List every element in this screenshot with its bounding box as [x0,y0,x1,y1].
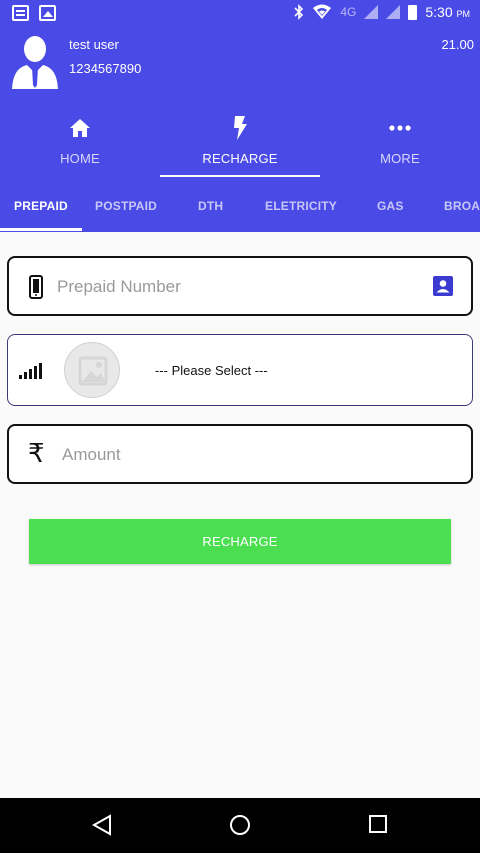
nav-recharge[interactable]: RECHARGE [160,107,320,177]
operator-logo-placeholder-icon [64,342,120,398]
back-icon[interactable] [91,814,113,836]
nav-home-label: HOME [60,151,100,166]
system-nav-bar [0,798,480,853]
wifi-icon [313,4,332,19]
more-dots-icon [389,125,411,131]
tab-active-indicator [0,228,82,231]
network-type: 4G [340,5,357,19]
tab-postpaid[interactable]: POSTPAID [95,199,157,213]
wallet-balance: 21.00 [441,37,474,52]
lightning-icon [234,116,247,140]
service-tabs: PREPAID POSTPAID DTH ELETRICITY GAS BROA [0,192,480,232]
tab-prepaid[interactable]: PREPAID [14,199,68,213]
nav-home[interactable]: HOME [0,107,160,177]
home-circle-icon[interactable] [229,814,251,836]
user-name: test user [69,37,119,52]
bluetooth-icon [294,4,304,20]
status-bar: 4G 5:30 PM [0,0,480,27]
tab-gas[interactable]: GAS [377,199,404,213]
battery-icon [408,4,418,20]
tab-electricity[interactable]: ELETRICITY [265,199,337,213]
clock: 5:30 PM [425,4,470,20]
contact-picker-icon[interactable] [433,276,453,296]
mobile-phone-icon [29,275,43,299]
recents-icon[interactable] [368,814,388,834]
signal-icon [364,5,379,19]
user-phone: 1234567890 [69,61,142,76]
main-nav: HOME RECHARGE MORE [0,107,480,177]
operator-select[interactable]: --- Please Select --- [7,334,473,406]
recharge-button[interactable]: RECHARGE [29,519,451,564]
prepaid-number-placeholder: Prepaid Number [57,277,181,296]
signal-strength-icon [19,363,42,379]
nav-active-indicator [160,175,320,177]
gallery-notification-icon [39,5,56,21]
nav-more-label: MORE [380,151,420,166]
signal-icon-secondary [386,5,401,19]
rupee-icon: ₹ [28,438,45,468]
nav-more[interactable]: MORE [320,107,480,177]
home-icon [70,119,90,137]
tab-dth[interactable]: DTH [198,199,223,213]
operator-selected-value: --- Please Select --- [155,363,268,378]
nav-recharge-label: RECHARGE [202,151,278,166]
prepaid-number-field[interactable]: Prepaid Number [7,256,473,316]
notification-icon [12,5,29,21]
app-header: test user 1234567890 21.00 HOME RECHARGE… [0,27,480,232]
tab-broadband[interactable]: BROA [444,199,480,213]
amount-field[interactable]: ₹ Amount [7,424,473,484]
amount-placeholder: Amount [62,445,121,464]
user-avatar-icon [12,36,58,89]
